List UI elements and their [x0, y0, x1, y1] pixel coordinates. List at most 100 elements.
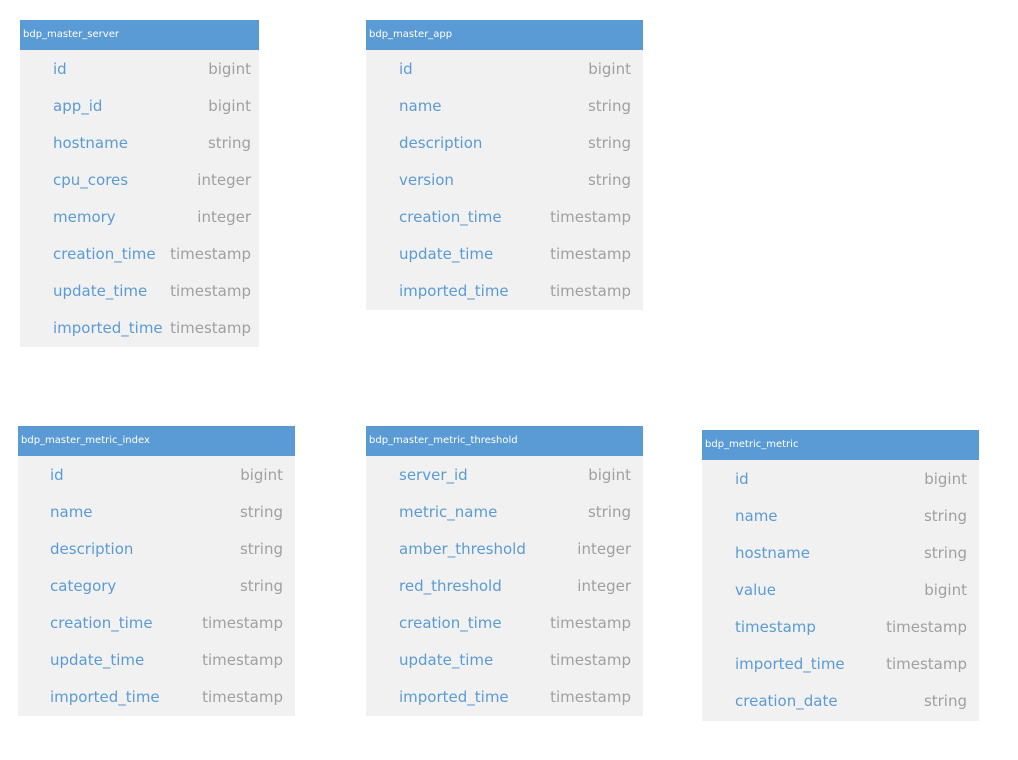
column-name: update_time [399, 650, 494, 669]
column-type: bigint [208, 59, 251, 78]
column-type: integer [577, 576, 631, 595]
column-row: cpu_cores integer [20, 161, 259, 198]
table-bdp-master-metric-index: bdp_master_metric_index id bigint name stri… [18, 426, 295, 716]
column-name: imported_time [399, 281, 509, 300]
column-name: server_id [399, 465, 468, 484]
column-name: id [53, 59, 67, 78]
column-type: integer [197, 170, 251, 189]
column-row: creation_time timestamp [18, 604, 295, 641]
column-type: string [923, 691, 967, 710]
column-type: integer [197, 207, 251, 226]
column-type: timestamp [202, 613, 283, 632]
column-name: hostname [53, 133, 128, 152]
column-row: name string [702, 497, 979, 534]
column-row: update_time timestamp [366, 641, 643, 678]
column-row: imported_time timestamp [18, 678, 295, 715]
column-row: creation_date string [702, 682, 979, 719]
column-name: amber_threshold [399, 539, 526, 558]
column-type: timestamp [886, 617, 967, 636]
column-name: app_id [53, 96, 103, 115]
column-row: id bigint [18, 456, 295, 493]
table-bdp-master-metric-threshold: bdp_master_metric_threshold server_id big… [366, 426, 643, 716]
column-type: string [587, 170, 631, 189]
column-name: description [399, 133, 483, 152]
table-title: bdp_master_server [20, 20, 259, 50]
column-name: hostname [735, 543, 810, 562]
column-name: name [735, 506, 778, 525]
column-type: integer [577, 539, 631, 558]
column-list: server_id bigint metric_name string amber_th… [366, 456, 643, 715]
column-type: timestamp [170, 244, 251, 263]
column-type: string [239, 576, 283, 595]
column-row: description string [18, 530, 295, 567]
column-name: creation_time [53, 244, 156, 263]
column-name: name [50, 502, 93, 521]
column-type: timestamp [550, 207, 631, 226]
column-name: name [399, 96, 442, 115]
column-row: creation_time timestamp [366, 198, 643, 235]
column-row: memory integer [20, 198, 259, 235]
column-name: creation_time [399, 613, 502, 632]
column-name: imported_time [735, 654, 845, 673]
column-name: red_threshold [399, 576, 502, 595]
column-row: hostname string [20, 124, 259, 161]
column-name: creation_date [735, 691, 838, 710]
table-title: bdp_metric_metric [702, 430, 979, 460]
column-type: timestamp [170, 281, 251, 300]
column-row: id bigint [20, 50, 259, 87]
column-name: timestamp [735, 617, 816, 636]
column-name: category [50, 576, 117, 595]
column-type: string [587, 96, 631, 115]
column-type: timestamp [202, 650, 283, 669]
column-type: string [587, 502, 631, 521]
table-bdp-metric-metric: bdp_metric_metric id bigint name string host… [702, 430, 979, 721]
column-name: imported_time [53, 318, 163, 337]
column-type: timestamp [550, 613, 631, 632]
column-type: timestamp [170, 318, 251, 337]
column-row: app_id bigint [20, 87, 259, 124]
column-row: imported_time timestamp [366, 272, 643, 309]
column-row: name string [366, 87, 643, 124]
column-name: update_time [53, 281, 148, 300]
column-row: name string [18, 493, 295, 530]
column-row: value bigint [702, 571, 979, 608]
table-bdp-master-server: bdp_master_server id bigint app_id bigint ho… [20, 20, 259, 347]
column-type: timestamp [550, 650, 631, 669]
column-name: imported_time [399, 687, 509, 706]
column-type: bigint [240, 465, 283, 484]
table-title: bdp_master_metric_threshold [366, 426, 643, 456]
column-row: metric_name string [366, 493, 643, 530]
column-name: value [735, 580, 776, 599]
column-row: imported_time timestamp [366, 678, 643, 715]
column-name: creation_time [399, 207, 502, 226]
column-name: id [50, 465, 64, 484]
column-type: bigint [924, 469, 967, 488]
column-row: creation_time timestamp [366, 604, 643, 641]
column-type: timestamp [550, 281, 631, 300]
column-row: imported_time timestamp [702, 645, 979, 682]
column-name: imported_time [50, 687, 160, 706]
column-type: bigint [588, 59, 631, 78]
column-type: string [923, 506, 967, 525]
column-type: string [239, 539, 283, 558]
column-row: amber_threshold integer [366, 530, 643, 567]
column-row: hostname string [702, 534, 979, 571]
column-type: string [587, 133, 631, 152]
column-name: cpu_cores [53, 170, 129, 189]
column-list: id bigint app_id bigint hostname string cpu_co… [20, 50, 259, 346]
column-type: string [207, 133, 251, 152]
column-row: imported_time timestamp [20, 309, 259, 346]
column-name: id [735, 469, 749, 488]
column-name: creation_time [50, 613, 153, 632]
table-bdp-master-app: bdp_master_app id bigint name string descrip… [366, 20, 643, 310]
column-list: id bigint name string hostname string value big… [702, 460, 979, 719]
column-name: id [399, 59, 413, 78]
column-row: version string [366, 161, 643, 198]
column-row: id bigint [702, 460, 979, 497]
column-type: string [923, 543, 967, 562]
column-type: timestamp [886, 654, 967, 673]
column-row: id bigint [366, 50, 643, 87]
column-type: timestamp [202, 687, 283, 706]
column-row: description string [366, 124, 643, 161]
column-list: id bigint name string description string categ… [18, 456, 295, 715]
